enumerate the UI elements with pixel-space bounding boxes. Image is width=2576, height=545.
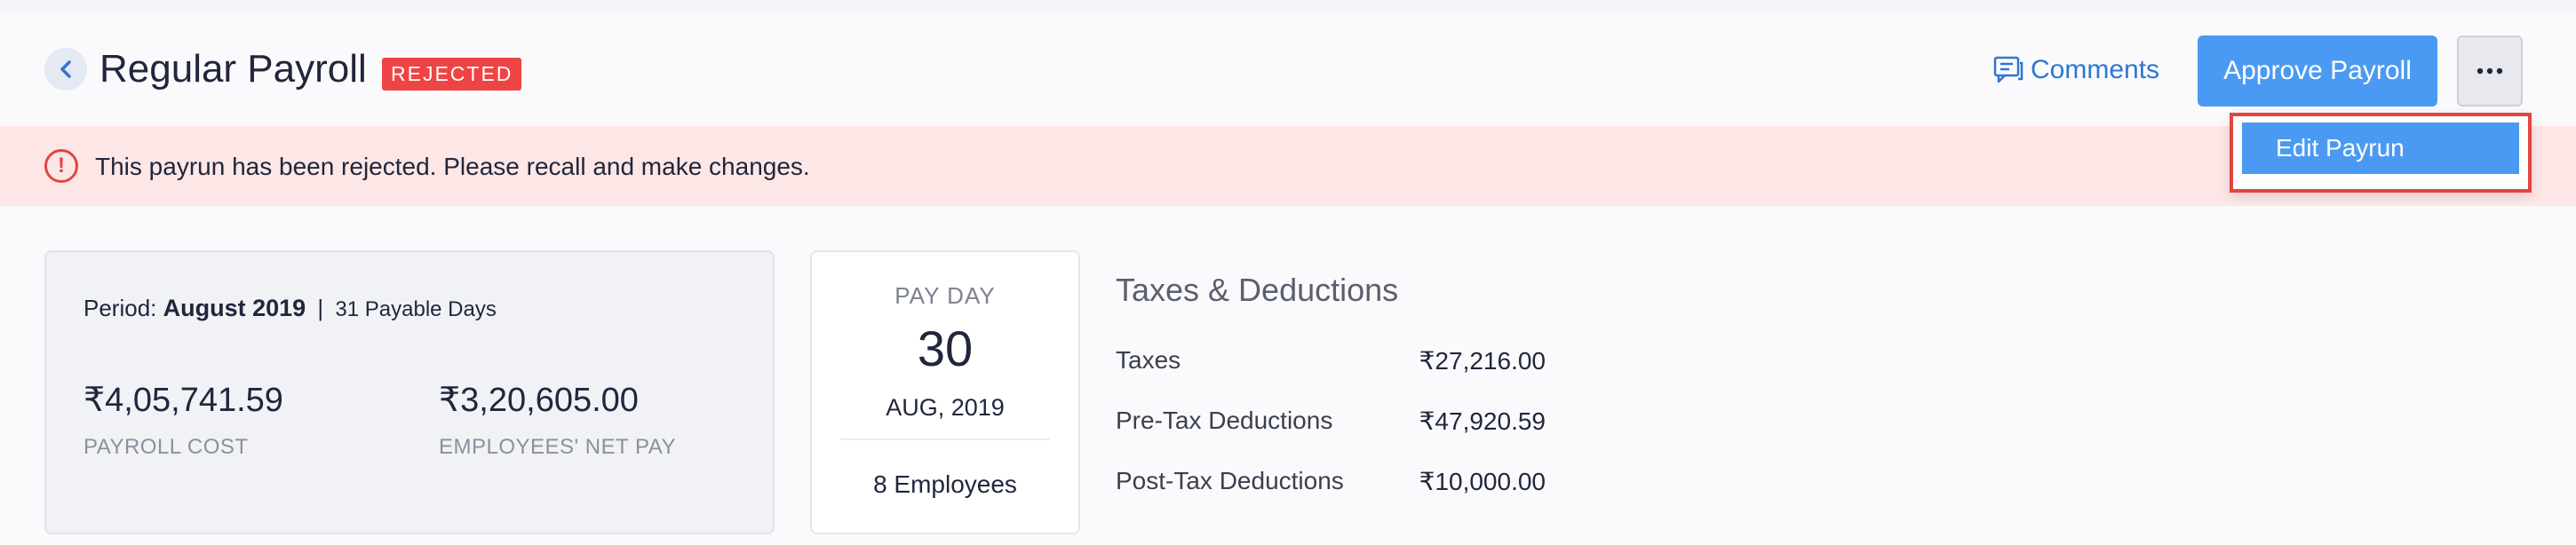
divider — [840, 438, 1050, 440]
status-badge: REJECTED — [382, 58, 522, 91]
top-strip — [0, 0, 2576, 12]
pre-tax-deductions-label: Pre-Tax Deductions — [1116, 407, 1333, 434]
more-options-button[interactable] — [2457, 36, 2523, 107]
payroll-cost-amount: ₹4,05,741.59 — [83, 382, 283, 419]
post-tax-deductions-label: Post-Tax Deductions — [1116, 467, 1344, 494]
period-line: Period: August 2019 | 31 Payable Days — [83, 295, 497, 322]
period-value: August 2019 — [163, 295, 306, 321]
pre-tax-deductions-value: ₹47,920.59 — [1419, 407, 1546, 435]
pay-day-month: AUG, 2019 — [886, 394, 1005, 421]
taxes-label: Taxes — [1116, 346, 1181, 374]
taxes-value: ₹27,216.00 — [1419, 347, 1546, 375]
taxes-deductions-title: Taxes & Deductions — [1116, 272, 1399, 308]
employee-count: 8 Employees — [873, 470, 1017, 498]
period-label: Period: — [83, 295, 157, 321]
net-pay-label: EMPLOYEES' NET PAY — [439, 435, 676, 459]
payable-days: 31 Payable Days — [335, 297, 497, 321]
chevron-left-icon — [60, 60, 71, 78]
rejection-alert: ! This payrun has been rejected. Please … — [0, 126, 2576, 206]
comments-label: Comments — [2031, 55, 2160, 84]
payroll-summary-card: Period: August 2019 | 31 Payable Days ₹4… — [44, 250, 775, 534]
edit-payrun-menu-item[interactable]: Edit Payrun — [2242, 122, 2519, 174]
alert-icon: ! — [44, 149, 78, 183]
pay-day-label: PAY DAY — [894, 282, 996, 309]
approve-payroll-button[interactable]: Approve Payroll — [2198, 36, 2437, 107]
pay-day-date: 30 — [917, 320, 974, 376]
payroll-cost-label: PAYROLL COST — [83, 435, 249, 459]
alert-message: This payrun has been rejected. Please re… — [95, 153, 810, 180]
net-pay-amount: ₹3,20,605.00 — [439, 382, 639, 419]
page-title: Regular Payroll — [99, 47, 367, 91]
more-options-dropdown: Edit Payrun — [2230, 113, 2532, 193]
back-button[interactable] — [44, 48, 87, 91]
pay-day-card: PAY DAY 30 AUG, 2019 8 Employees — [810, 250, 1080, 534]
period-separator: | — [317, 295, 324, 321]
page-header: Regular Payroll REJECTED Comments Approv… — [0, 12, 2576, 126]
comments-link[interactable]: Comments — [1993, 55, 2159, 85]
more-horizontal-icon — [2477, 67, 2503, 75]
post-tax-deductions-value: ₹10,000.00 — [1419, 468, 1546, 495]
comments-icon — [1993, 56, 2023, 83]
